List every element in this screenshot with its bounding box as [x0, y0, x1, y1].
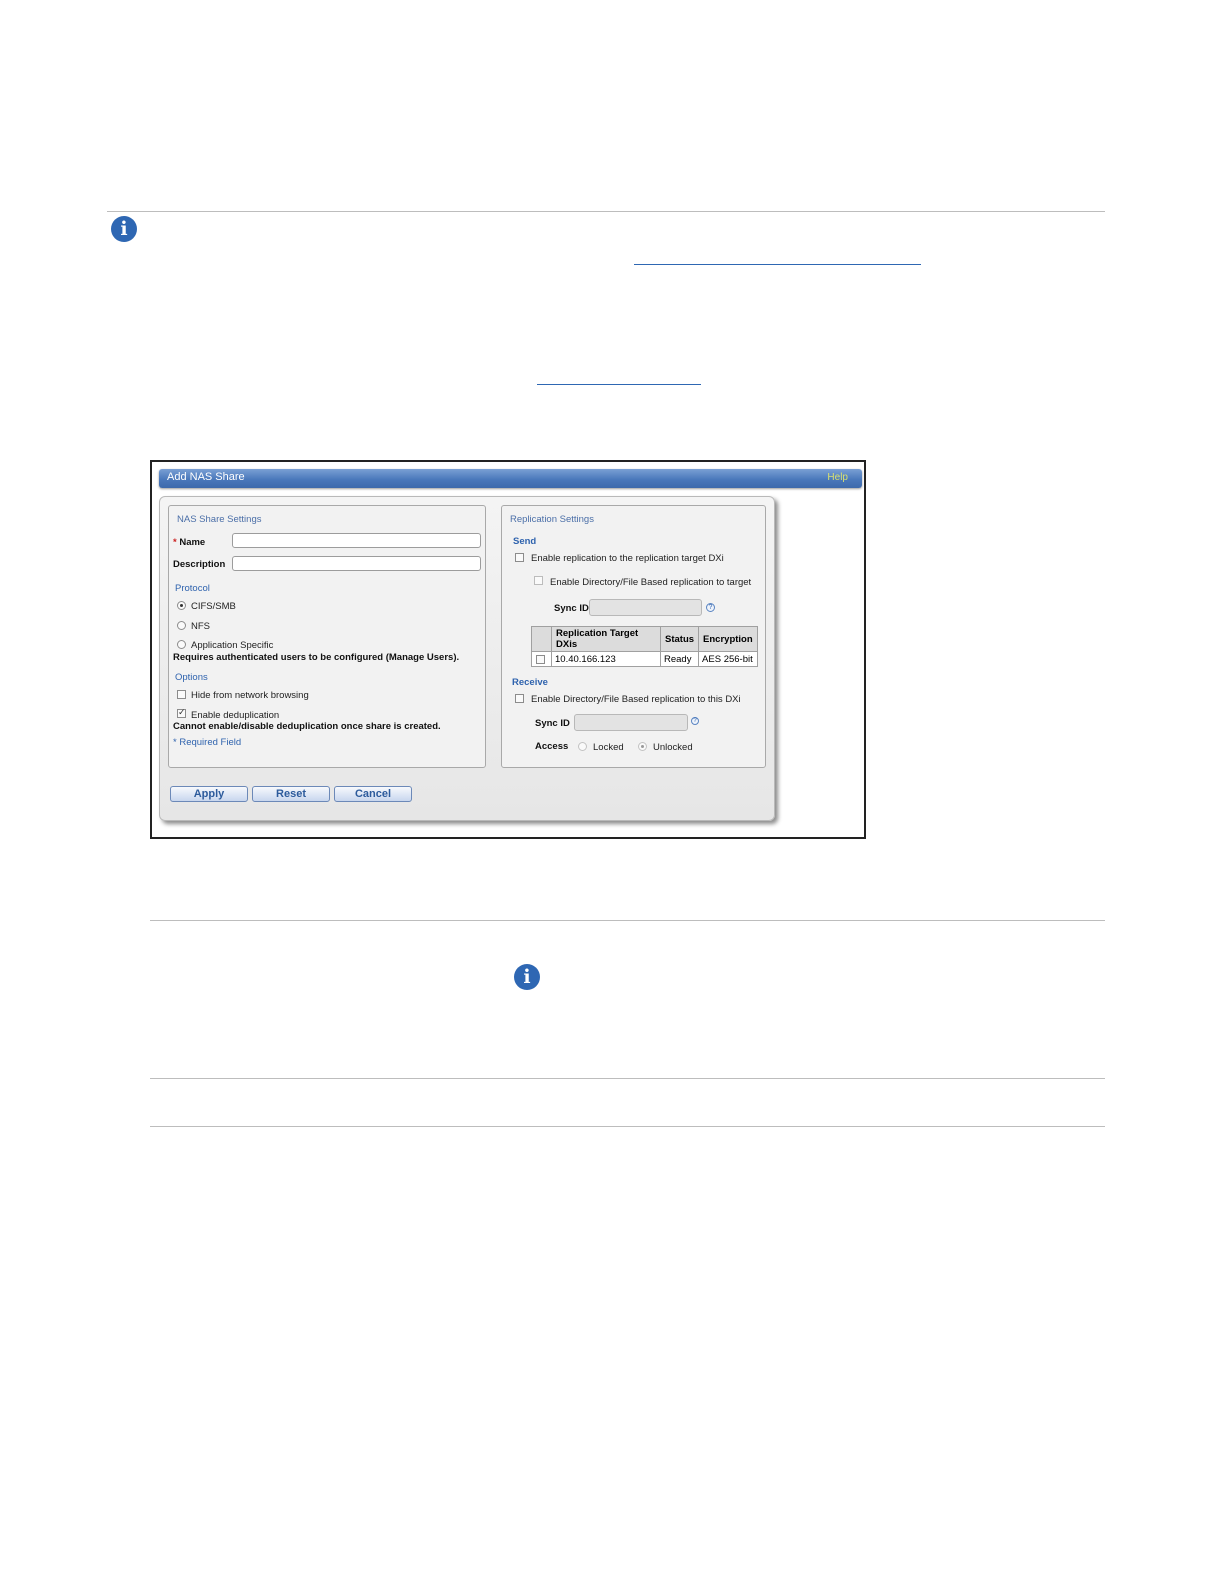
protocol-cifs-radio[interactable] — [177, 601, 186, 610]
cancel-button[interactable]: Cancel — [334, 786, 412, 802]
options-heading: Options — [175, 672, 208, 683]
dialog-body: NAS Share Settings * Name Description Pr… — [159, 496, 775, 821]
protocol-app-specific-label: Application Specific — [191, 640, 274, 651]
access-locked-label: Locked — [593, 742, 624, 753]
reset-button[interactable]: Reset — [252, 786, 330, 802]
access-unlocked-label: Unlocked — [653, 742, 693, 753]
description-input[interactable] — [232, 556, 481, 571]
divider-3 — [150, 1078, 1105, 1079]
send-sync-id-help-icon[interactable]: ? — [706, 603, 715, 612]
send-sync-id-input[interactable] — [589, 599, 702, 616]
replication-settings-group: Replication Settings Send Enable replica… — [501, 505, 766, 768]
enable-dir-replication-label: Enable Directory/File Based replication … — [550, 577, 752, 588]
link-underline-1[interactable] — [634, 264, 921, 265]
description-label: Description — [173, 559, 226, 570]
target-cell: 10.40.166.123 — [551, 651, 661, 667]
enable-receive-label: Enable Directory/File Based replication … — [531, 694, 741, 705]
protocol-nfs-label: NFS — [191, 621, 210, 632]
protocol-app-specific-radio[interactable] — [177, 640, 186, 649]
access-unlocked-radio[interactable] — [638, 742, 647, 751]
help-link[interactable]: Help — [827, 472, 848, 483]
enable-replication-label: Enable replication to the replication ta… — [531, 553, 724, 564]
table-row[interactable]: 10.40.166.123 Ready AES 256-bit — [531, 651, 758, 667]
hide-browsing-checkbox[interactable] — [177, 690, 186, 699]
hide-browsing-label: Hide from network browsing — [191, 690, 309, 701]
divider-4 — [150, 1126, 1105, 1127]
required-field-note: * Required Field — [173, 737, 242, 748]
dedup-note: Cannot enable/disable deduplication once… — [173, 721, 441, 732]
enable-dedup-checkbox[interactable] — [177, 707, 186, 718]
nas-share-settings-legend: NAS Share Settings — [177, 514, 262, 525]
column-header: Replication Target DXis — [551, 626, 661, 652]
send-sync-id-label: Sync ID — [554, 603, 589, 614]
required-star: * — [173, 537, 177, 548]
info-icon: i — [111, 216, 137, 242]
enable-dedup-label: Enable deduplication — [191, 710, 280, 721]
replication-settings-legend: Replication Settings — [510, 514, 594, 525]
access-locked-radio[interactable] — [578, 742, 587, 751]
status-cell: Ready — [659, 651, 700, 667]
receive-sync-id-label: Sync ID — [535, 718, 570, 729]
protocol-cifs-label: CIFS/SMB — [191, 601, 236, 612]
row-select-checkbox[interactable] — [536, 655, 545, 664]
access-label: Access — [535, 741, 569, 752]
send-heading: Send — [513, 536, 537, 547]
add-nas-share-figure: Add NAS Share Help NAS Share Settings * … — [150, 460, 866, 839]
encryption-cell: AES 256-bit — [698, 651, 758, 667]
name-label-text: Name — [179, 537, 206, 548]
dialog-title: Add NAS Share — [167, 471, 245, 483]
top-divider — [107, 211, 1105, 212]
nas-share-settings-group: NAS Share Settings * Name Description Pr… — [168, 505, 486, 768]
column-header: Status — [659, 626, 700, 652]
link-underline-2[interactable] — [537, 384, 701, 385]
protocol-heading: Protocol — [175, 583, 210, 594]
enable-dir-replication-checkbox[interactable] — [534, 576, 543, 585]
name-label: * Name — [173, 537, 205, 548]
receive-heading: Receive — [512, 677, 548, 688]
row-select-cell[interactable] — [531, 651, 552, 667]
receive-sync-id-input[interactable] — [574, 714, 688, 731]
protocol-note: Requires authenticated users to be confi… — [173, 652, 460, 663]
replication-targets-table: Replication Target DXis Status Encryptio… — [531, 626, 758, 667]
info-icon: i — [514, 964, 540, 990]
apply-button[interactable]: Apply — [170, 786, 248, 802]
enable-receive-checkbox[interactable] — [515, 694, 524, 703]
divider-2 — [150, 920, 1105, 921]
table-header-row: Replication Target DXis Status Encryptio… — [531, 626, 758, 652]
column-header: Encryption — [698, 626, 758, 652]
enable-replication-checkbox[interactable] — [515, 553, 524, 562]
receive-sync-id-help-icon[interactable]: ? — [691, 717, 699, 725]
name-input[interactable] — [232, 533, 481, 548]
dialog-title-bar: Add NAS Share Help — [159, 469, 862, 488]
protocol-nfs-radio[interactable] — [177, 621, 186, 630]
select-column-header — [531, 626, 552, 652]
